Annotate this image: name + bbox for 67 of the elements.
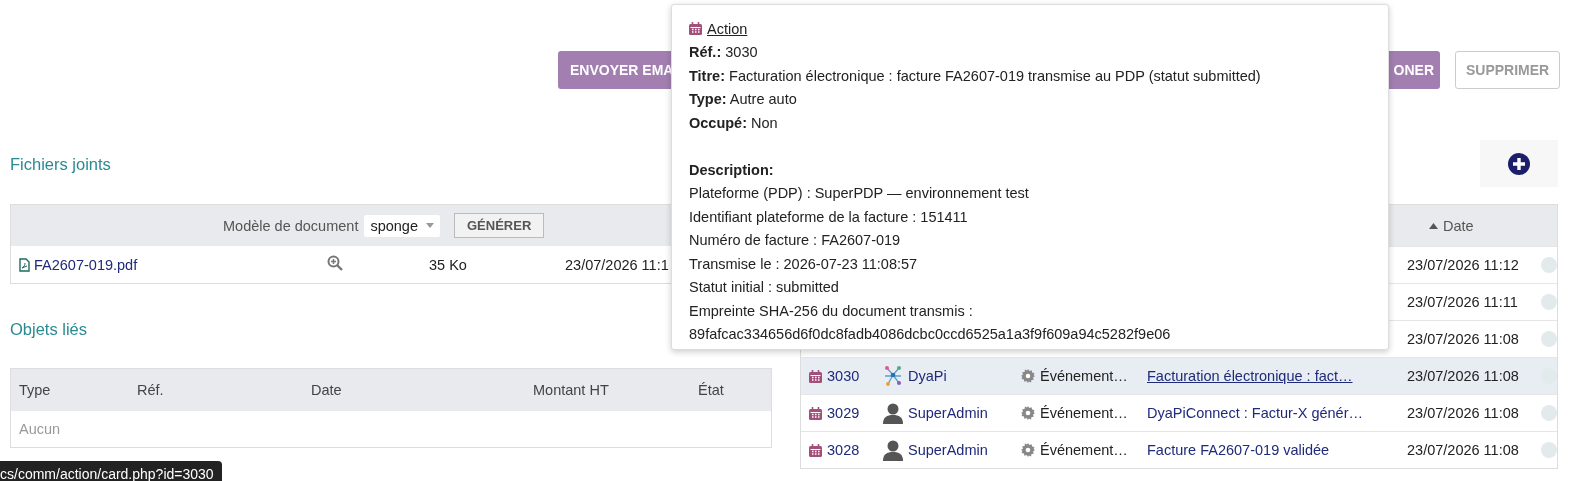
- status-dot: [1541, 405, 1557, 421]
- date-column-header[interactable]: Date: [1395, 217, 1535, 234]
- tooltip-field: Occupé: Non: [689, 114, 778, 131]
- status-dot: [1541, 442, 1557, 458]
- event-type: Événement…: [1040, 368, 1128, 384]
- event-date: 23/07/2026 11:08: [1406, 368, 1520, 384]
- tooltip-field: Titre: Facturation électronique : facture FA2607-019 transmise au PDP (statut submitted): [689, 67, 1261, 84]
- author-link[interactable]: SuperAdmin: [908, 442, 988, 458]
- template-label: Modèle de document: [223, 217, 359, 234]
- description-line: Transmise le : 2026-07-23 11:08:57: [689, 255, 918, 272]
- description-line: Statut initial : submitted: [689, 279, 839, 296]
- person-icon: [883, 402, 903, 424]
- description-line: Plateforme (PDP) : SuperPDP — environnement test: [689, 185, 1029, 202]
- calendar-icon: [809, 369, 822, 383]
- event-title-link[interactable]: Facture FA2607-019 validée: [1147, 442, 1330, 458]
- section-title: Objets liés: [10, 320, 88, 340]
- section-title: Fichiers joints: [10, 155, 111, 175]
- status-url: cs/comm/action/card.php?id=3030: [0, 461, 222, 481]
- tooltip-field: Type: Autre auto: [689, 91, 797, 108]
- event-date: 23/07/2026 11:12: [1406, 257, 1520, 273]
- column-header: Type: [19, 382, 52, 398]
- file-link[interactable]: FA2607-019.pdf: [34, 256, 138, 273]
- column-header: Date: [311, 382, 343, 398]
- event-title-link[interactable]: Facturation électronique : fact…: [1147, 368, 1353, 384]
- tooltip-field: Réf.: 3030: [689, 44, 758, 61]
- gear-icon: [1021, 369, 1035, 383]
- molecule-icon: [883, 365, 903, 387]
- tooltip-heading-link[interactable]: Action: [707, 20, 748, 37]
- event-ref-link[interactable]: 3030: [827, 368, 860, 384]
- empty-text: Aucun: [19, 421, 61, 437]
- event-type: Événement…: [1040, 442, 1128, 458]
- event-date: 23/07/2026 11:08: [1406, 331, 1520, 347]
- generate-button[interactable]: GÉNÉRER: [454, 213, 545, 238]
- column-header: État: [698, 382, 725, 398]
- gear-icon: [1021, 406, 1035, 420]
- caret-icon: [426, 223, 434, 228]
- calendar-icon: [809, 443, 822, 457]
- add-button[interactable]: [1480, 140, 1558, 187]
- template-select[interactable]: sponge: [364, 214, 440, 237]
- calendar-icon: [809, 406, 822, 420]
- event-ref-link[interactable]: 3028: [827, 442, 860, 458]
- description-line: Numéro de facture : FA2607-019: [689, 232, 901, 249]
- event-date: 23/07/2026 11:08: [1406, 442, 1520, 458]
- column-header: Montant HT: [533, 382, 610, 398]
- event-title-link[interactable]: DyaPiConnect : Factur-X génér…: [1147, 405, 1363, 421]
- status-dot: [1541, 331, 1557, 347]
- gear-icon: [1021, 443, 1035, 457]
- magnifier-icon[interactable]: [327, 255, 343, 271]
- status-dot: [1541, 294, 1557, 310]
- description-line: Empreinte SHA-256 du document transmis :: [689, 302, 973, 319]
- author-link[interactable]: SuperAdmin: [908, 405, 988, 421]
- author-link[interactable]: DyaPi: [908, 368, 947, 384]
- pdf-file-icon: [19, 257, 30, 272]
- column-header: Réf.: [137, 382, 165, 398]
- calendar-icon: [689, 22, 702, 36]
- description-line: 89fafcac334656d6f0dc8fadb4086dcbc0ccd6525a1a3f9f609a94c5282f9e06: [689, 326, 1171, 343]
- event-ref-link[interactable]: 3029: [827, 405, 860, 421]
- event-date: 23/07/2026 11:08: [1406, 405, 1520, 421]
- event-date: 23/07/2026 11:11: [1406, 294, 1519, 310]
- file-date: 23/07/2026 11:1: [565, 256, 669, 273]
- event-type: Événement…: [1040, 405, 1128, 421]
- plus-icon: [1508, 152, 1530, 175]
- status-dot: [1541, 257, 1557, 273]
- file-size: 35 Ko: [429, 256, 467, 273]
- description-line: Identifiant plateforme de la facture : 151411: [689, 208, 968, 225]
- person-icon: [883, 439, 903, 461]
- description-label: Description:: [689, 161, 774, 178]
